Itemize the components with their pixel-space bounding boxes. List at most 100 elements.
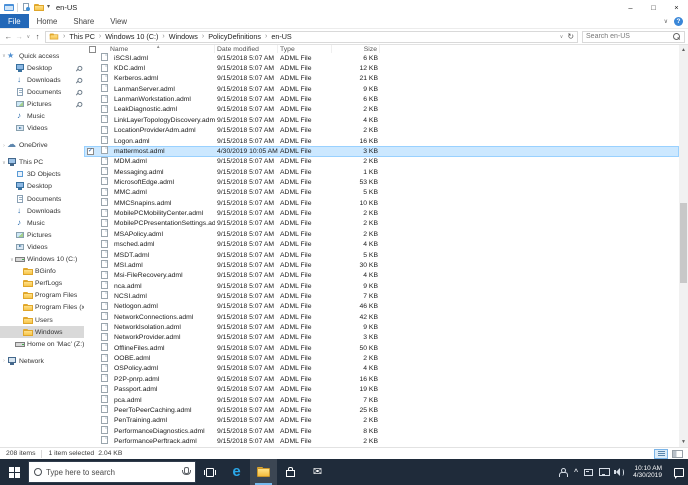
file-row[interactable]: PerformancePerftrack.adml 9/15/2018 5:07 … xyxy=(84,436,679,446)
item-checkbox[interactable]: ✓ xyxy=(87,147,94,155)
forward-button[interactable]: → xyxy=(14,32,25,41)
sidebar-item-videos[interactable]: Videos xyxy=(0,241,84,253)
taskbar-task-view-icon[interactable] xyxy=(196,459,223,485)
sidebar-item-onedrive[interactable]: ›OneDrive xyxy=(0,140,84,152)
sidebar-item-windows-10-c[interactable]: ∨ Windows 10 (C:) xyxy=(0,254,84,266)
file-row[interactable]: OfflineFiles.adml 9/15/2018 5:07 AM ADML F… xyxy=(84,343,679,353)
file-row[interactable]: Messaging.adml 9/15/2018 5:07 AM ADML File… xyxy=(84,167,679,177)
sidebar-item-perflogs[interactable]: PerfLogs xyxy=(0,278,84,290)
sidebar-item-documents[interactable]: Documents xyxy=(0,193,84,205)
file-row[interactable]: ✓ mattermost.adml 4/30/2019 10:05 AM ADML F… xyxy=(84,146,679,157)
sidebar-item-home-on-mac-z[interactable]: Home on 'Mac' (Z:) xyxy=(0,338,84,350)
file-row[interactable]: MSAPolicy.adml 9/15/2018 5:07 AM ADML File… xyxy=(84,229,679,239)
file-row[interactable]: OOBE.adml 9/15/2018 5:07 AM ADML File 2 KB xyxy=(84,353,679,363)
new-folder-icon[interactable] xyxy=(34,3,44,12)
sidebar-item-program-files-x86[interactable]: Program Files (x86) xyxy=(0,302,84,314)
breadcrumb-item[interactable]: en-US xyxy=(270,32,292,41)
file-row[interactable]: Kerberos.adml 9/15/2018 5:07 AM ADML File 2… xyxy=(84,73,679,84)
file-row[interactable]: NetworkConnections.adml 9/15/2018 5:07 AM… xyxy=(84,312,679,322)
taskbar-file-explorer-icon[interactable] xyxy=(250,459,277,485)
column-header-size[interactable]: Size xyxy=(332,45,380,53)
sidebar-item-quick-access[interactable]: ∨Quick access xyxy=(0,50,84,62)
sidebar-item-downloads[interactable]: Downloads xyxy=(0,205,84,217)
file-row[interactable]: iSCSI.adml 9/15/2018 5:07 AM ADML File 6 KB xyxy=(84,53,679,63)
sidebar-item-music[interactable]: Music xyxy=(0,110,84,122)
refresh-icon[interactable]: ↻ xyxy=(567,32,574,42)
maximize-button[interactable]: □ xyxy=(642,0,665,14)
sidebar-item-network[interactable]: › Network xyxy=(0,355,84,367)
file-row[interactable]: KDC.adml 9/15/2018 5:07 AM ADML File 12 KB xyxy=(84,63,679,73)
file-row[interactable]: MSDT.adml 9/15/2018 5:07 AM ADML File 5 KB xyxy=(84,250,679,260)
file-row[interactable]: Logon.adml 9/15/2018 5:07 AM ADML File 16 K… xyxy=(84,136,679,146)
menu-tab-view[interactable]: View xyxy=(102,14,135,28)
file-row[interactable]: Msi-FileRecovery.adml 9/15/2018 5:07 AM AD… xyxy=(84,270,679,281)
recent-locations-dropdown-icon[interactable]: ∨ xyxy=(24,34,32,40)
properties-icon[interactable] xyxy=(21,2,31,12)
file-row[interactable]: Netlogon.adml 9/15/2018 5:07 AM ADML File 4… xyxy=(84,301,679,312)
scrollbar-thumb[interactable] xyxy=(680,203,687,283)
sidebar-item-3d-objects[interactable]: 3D Objects xyxy=(0,169,84,181)
vertical-scrollbar[interactable]: ▲ ▼ xyxy=(679,45,688,447)
file-row[interactable]: NCSI.adml 9/15/2018 5:07 AM ADML File 7 KB xyxy=(84,291,679,301)
taskbar-edge-icon[interactable]: e xyxy=(223,459,250,485)
menu-tab-home[interactable]: Home xyxy=(29,14,66,28)
file-row[interactable]: MobilePCMobilityCenter.adml 9/15/2018 5:0… xyxy=(84,208,679,218)
file-row[interactable]: Passport.adml 9/15/2018 5:07 AM ADML File 1… xyxy=(84,384,679,395)
sort-ascending-icon[interactable]: ▲ xyxy=(156,45,160,49)
file-row[interactable]: MDM.adml 9/15/2018 5:07 AM ADML File 2 KB xyxy=(84,156,679,167)
microphone-icon[interactable] xyxy=(181,467,191,477)
file-row[interactable]: PenTraining.adml 9/15/2018 5:07 AM ADML Fi… xyxy=(84,415,679,426)
file-row[interactable]: msched.adml 9/15/2018 5:07 AM ADML File 4 K… xyxy=(84,239,679,249)
network-icon[interactable] xyxy=(599,468,611,476)
sidebar-item-desktop[interactable]: Desktop xyxy=(0,62,84,74)
file-row[interactable]: NetworkProvider.adml 9/15/2018 5:07 AM ADM… xyxy=(84,332,679,343)
file-row[interactable]: LanmanWorkstation.adml 9/15/2018 5:07 AM A… xyxy=(84,94,679,104)
file-row[interactable]: P2P-pnrp.adml 9/15/2018 5:07 AM ADML File 1… xyxy=(84,374,679,384)
sidebar-item-users[interactable]: Users xyxy=(0,314,84,326)
close-button[interactable]: × xyxy=(665,0,688,14)
sidebar-item-music[interactable]: Music xyxy=(0,217,84,229)
file-row[interactable]: nca.adml 9/15/2018 5:07 AM ADML File 9 KB xyxy=(84,281,679,291)
column-header-date-modified[interactable]: Date modified xyxy=(215,45,278,53)
file-row[interactable]: LocationProviderAdm.adml 9/15/2018 5:07 A… xyxy=(84,125,679,136)
file-row[interactable]: OSPolicy.adml 9/15/2018 5:07 AM ADML File 4… xyxy=(84,363,679,374)
expand-ribbon-icon[interactable]: ∨ xyxy=(664,18,668,25)
menu-tab-file[interactable]: File xyxy=(0,14,29,28)
sidebar-item-documents[interactable]: Documents xyxy=(0,86,84,98)
sidebar-item-pictures[interactable]: Pictures xyxy=(0,98,84,110)
taskbar-clock[interactable]: 10:10 AM 4/30/2019 xyxy=(633,465,662,480)
file-row[interactable]: PerformanceDiagnostics.adml 9/15/2018 5:0… xyxy=(84,426,679,436)
search-icon[interactable] xyxy=(673,32,681,41)
scroll-down-icon[interactable]: ▼ xyxy=(679,437,688,447)
breadcrumb-item[interactable]: This PC xyxy=(68,32,96,41)
column-header-type[interactable]: Type xyxy=(278,45,332,53)
search-box[interactable]: Search en-US xyxy=(582,30,686,43)
address-box[interactable]: › This PC › Windows 10 (C:) › Windows › PolicyD… xyxy=(45,30,579,43)
taskbar-mail-icon[interactable]: ✉ xyxy=(304,459,331,485)
volume-icon[interactable] xyxy=(614,468,625,477)
people-icon[interactable] xyxy=(558,467,568,477)
file-row[interactable]: LanmanServer.adml 9/15/2018 5:07 AM ADML F… xyxy=(84,84,679,94)
up-button[interactable]: ↑ xyxy=(32,32,43,41)
file-row[interactable]: MobilePCPresentationSettings.adml 9/15/20… xyxy=(84,218,679,229)
file-row[interactable]: LinkLayerTopologyDiscovery.adml 9/15/2018… xyxy=(84,115,679,125)
file-row[interactable]: MicrosoftEdge.adml 9/15/2018 5:07 AM ADML … xyxy=(84,177,679,187)
back-button[interactable]: ← xyxy=(3,32,14,41)
file-row[interactable]: pca.adml 9/15/2018 5:07 AM ADML File 7 KB xyxy=(84,395,679,405)
file-row[interactable]: PeerToPeerCaching.adml 9/15/2018 5:07 AM A… xyxy=(84,405,679,415)
sidebar-item-this-pc[interactable]: ∨ This PC xyxy=(0,157,84,169)
sidebar-item-program-files[interactable]: Program Files xyxy=(0,290,84,302)
sidebar-item-videos[interactable]: Videos xyxy=(0,123,84,135)
select-all-checkbox[interactable] xyxy=(89,45,96,53)
breadcrumb-item[interactable]: Windows 10 (C:) xyxy=(104,32,159,41)
sidebar-item-bginfo[interactable]: BGinfo xyxy=(0,266,84,278)
scrollbar-track[interactable] xyxy=(679,55,688,437)
taskbar-store-icon[interactable] xyxy=(277,459,304,485)
sidebar-item-windows[interactable]: Windows xyxy=(0,326,84,339)
breadcrumb-item[interactable]: Windows xyxy=(168,32,199,41)
sidebar-item-pictures[interactable]: Pictures xyxy=(0,229,84,241)
minimize-button[interactable]: – xyxy=(619,0,642,14)
breadcrumb-item[interactable]: PolicyDefinitions xyxy=(207,32,262,41)
file-row[interactable]: LeakDiagnostic.adml 9/15/2018 5:07 AM ADML… xyxy=(84,104,679,115)
taskbar-search-box[interactable]: Type here to search xyxy=(28,461,196,483)
